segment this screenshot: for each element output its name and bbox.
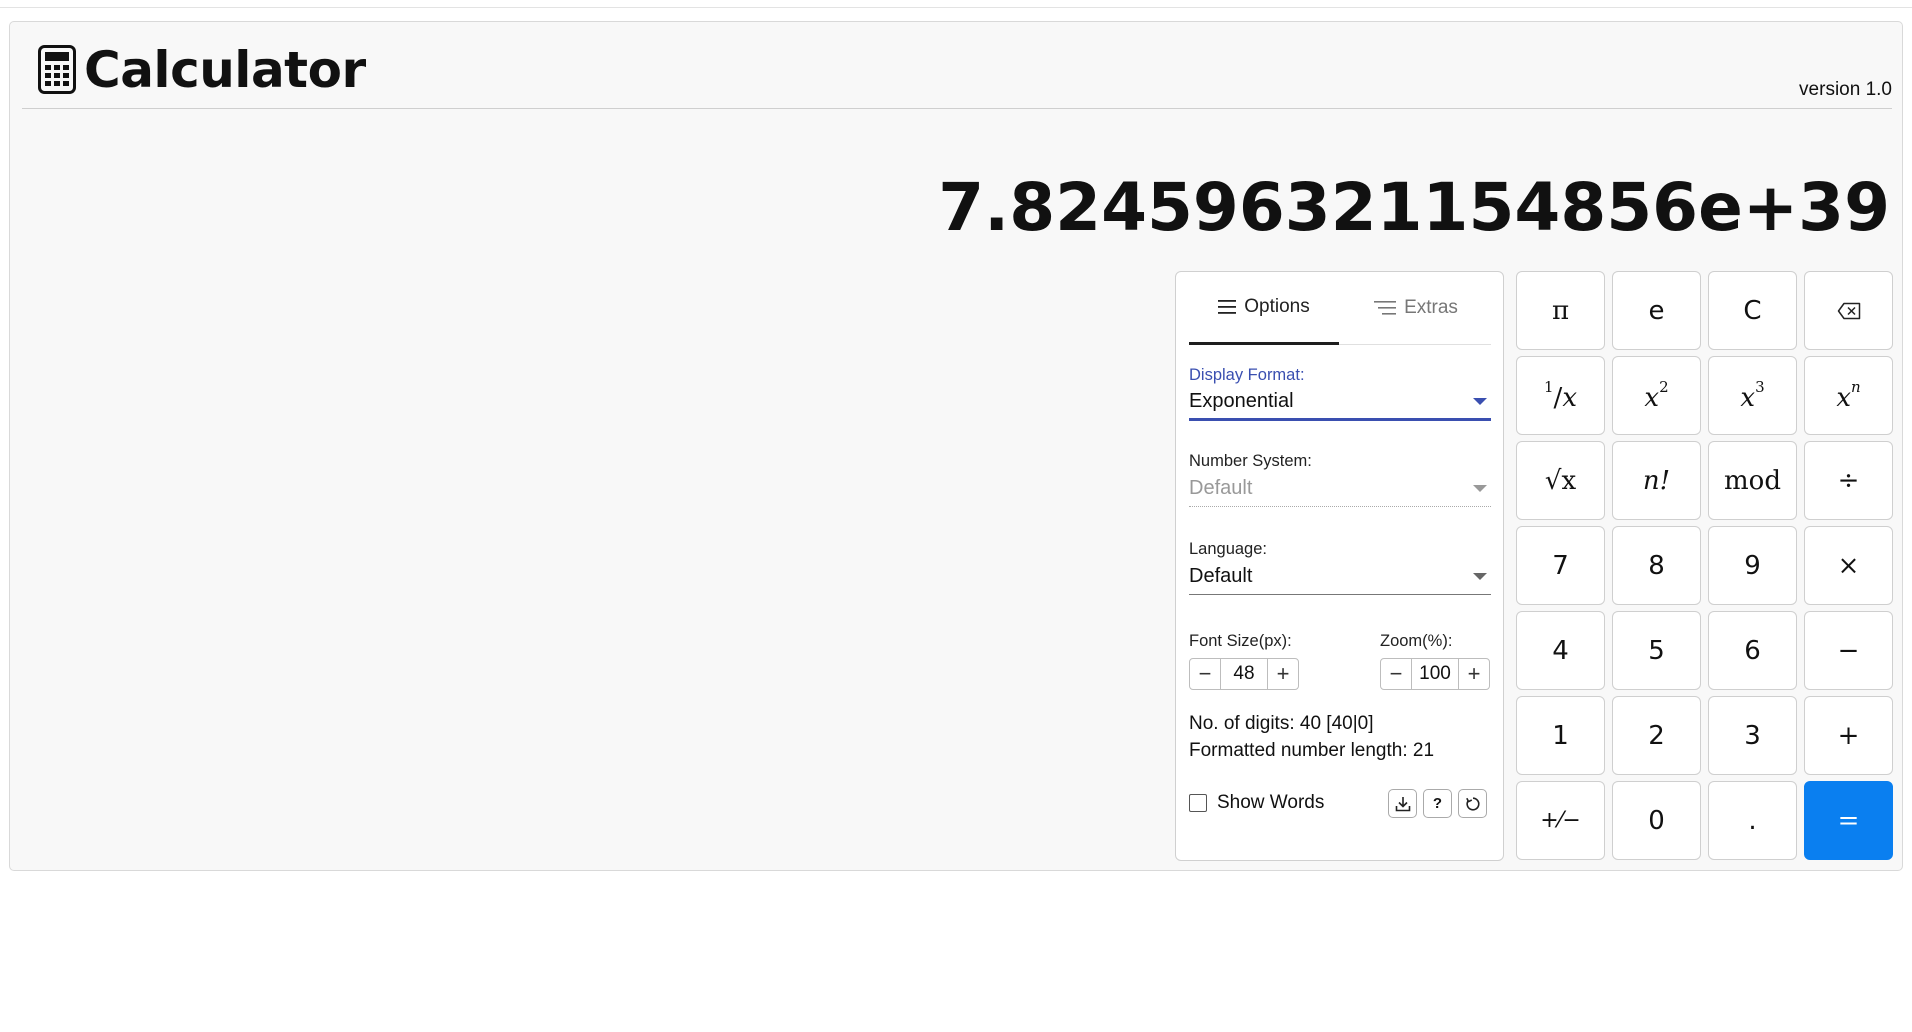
key-e[interactable]: e [1612,271,1701,350]
font-size-stepper: − 48 + [1189,658,1299,690]
app-title: Calculator [84,41,366,99]
tab-options[interactable]: Options [1189,272,1339,345]
show-words-label: Show Words [1217,792,1325,813]
display-format-value: Exponential [1189,390,1294,412]
sort-lines-icon [1374,301,1397,315]
top-divider [0,7,1912,8]
font-size-increase-button[interactable]: + [1268,659,1298,689]
refresh-icon [1465,796,1480,811]
chevron-down-icon [1473,573,1487,580]
language-value: Default [1189,565,1253,587]
key-multiply[interactable]: × [1804,526,1893,605]
result-display: 7.824596321154856e+39 [938,169,1890,246]
key-backspace[interactable] [1804,271,1893,350]
tab-extras-label: Extras [1404,297,1458,318]
key-decimal[interactable]: . [1708,781,1797,860]
key-power[interactable]: xn [1804,356,1893,435]
download-icon [1395,796,1410,811]
key-divide[interactable]: ÷ [1804,441,1893,520]
calculator-app: Calculator version 1.0 7.824596321154856… [9,21,1903,871]
key-0[interactable]: 0 [1612,781,1701,860]
display-format-select[interactable]: Exponential [1189,385,1491,421]
tab-extras[interactable]: Extras [1341,272,1491,344]
font-size-value[interactable]: 48 [1220,659,1268,689]
download-button[interactable] [1388,789,1417,818]
key-5[interactable]: 5 [1612,611,1701,690]
calculator-icon [38,45,76,94]
key-1[interactable]: 1 [1516,696,1605,775]
key-9[interactable]: 9 [1708,526,1797,605]
key-pi[interactable]: π [1516,271,1605,350]
language-label: Language: [1189,540,1267,558]
number-system-select[interactable]: Default [1189,471,1491,507]
key-clear[interactable]: C [1708,271,1797,350]
length-info: Formatted number length: 21 [1189,740,1435,761]
version-label: version 1.0 [1799,79,1892,100]
tab-options-label: Options [1244,296,1310,317]
chevron-down-icon [1473,485,1487,492]
key-3[interactable]: 3 [1708,696,1797,775]
key-factorial[interactable]: n! [1612,441,1701,520]
key-subtract[interactable]: − [1804,611,1893,690]
key-2[interactable]: 2 [1612,696,1701,775]
key-4[interactable]: 4 [1516,611,1605,690]
checkbox-box[interactable] [1189,794,1207,812]
help-button[interactable]: ? [1423,789,1452,818]
number-system-value: Default [1189,477,1253,499]
keypad: π e C 1/x x2 x3 xn √x n! mod ÷ 7 8 9 × 4… [1516,271,1895,861]
help-icon: ? [1432,795,1443,812]
key-add[interactable]: + [1804,696,1893,775]
key-6[interactable]: 6 [1708,611,1797,690]
cube-symbol: x3 [1740,378,1765,413]
font-size-decrease-button[interactable]: − [1190,659,1220,689]
digits-info: No. of digits: 40 [40|0] [1189,713,1374,734]
reset-button[interactable] [1458,789,1487,818]
show-words-checkbox[interactable]: Show Words [1189,792,1324,814]
reciprocal-symbol: 1/x [1544,378,1577,413]
zoom-decrease-button[interactable]: − [1381,659,1411,689]
key-sqrt[interactable]: √x [1516,441,1605,520]
key-mod[interactable]: mod [1708,441,1797,520]
options-panel: Options Extras Display Format: Exponenti… [1175,271,1504,861]
square-symbol: x2 [1644,378,1669,413]
key-reciprocal[interactable]: 1/x [1516,356,1605,435]
backspace-icon [1837,302,1860,319]
app-header: Calculator version 1.0 [22,22,1892,109]
key-plus-minus[interactable]: +⁄− [1516,781,1605,860]
key-square[interactable]: x2 [1612,356,1701,435]
zoom-label: Zoom(%): [1380,632,1453,650]
power-symbol: xn [1836,378,1861,413]
key-7[interactable]: 7 [1516,526,1605,605]
number-system-label: Number System: [1189,452,1312,470]
menu-lines-icon [1218,300,1237,314]
key-8[interactable]: 8 [1612,526,1701,605]
zoom-increase-button[interactable]: + [1459,659,1489,689]
display-format-label: Display Format: [1189,366,1305,384]
zoom-value[interactable]: 100 [1411,659,1459,689]
panel-tabs: Options Extras [1189,272,1491,345]
zoom-stepper: − 100 + [1380,658,1490,690]
key-equals[interactable]: = [1804,781,1893,860]
font-size-label: Font Size(px): [1189,632,1292,650]
key-cube[interactable]: x3 [1708,356,1797,435]
language-select[interactable]: Default [1189,559,1491,595]
chevron-down-icon [1473,398,1487,405]
